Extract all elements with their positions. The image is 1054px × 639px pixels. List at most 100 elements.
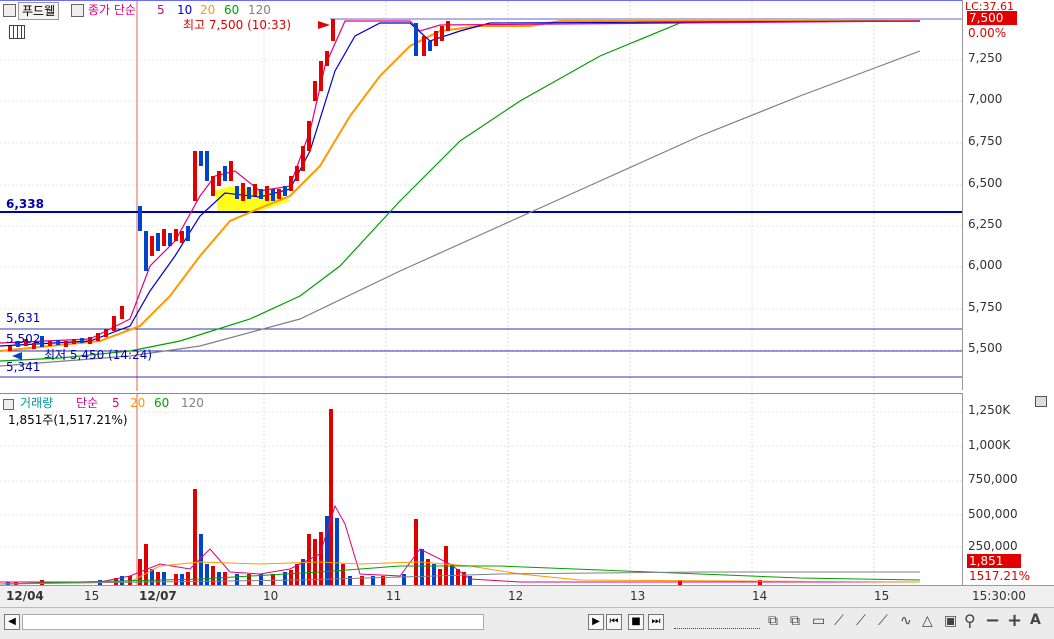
chart-toolbar: ◀ ▶ ⏮ ■ ⏭ ⧉ ⧉ ▭ ⟋ ⟋ ⟋ ∿ △ ▣ ⚲ − + A xyxy=(0,607,1054,639)
date-label: 14 xyxy=(752,589,768,603)
candlestick xyxy=(307,121,311,151)
volume-bar xyxy=(341,564,345,586)
candlestick xyxy=(289,176,293,191)
candlestick xyxy=(104,329,108,337)
date-label: 15 xyxy=(874,589,890,603)
current-price-badge: 7,500 xyxy=(967,11,1017,25)
zoom-slider[interactable] xyxy=(674,616,760,629)
low-arrow xyxy=(12,352,22,360)
volume-ma-series-label: 단순 xyxy=(76,396,99,410)
candlestick xyxy=(174,229,178,241)
volume-pane-menu-icon[interactable] xyxy=(3,399,14,410)
candlestick xyxy=(193,151,197,201)
price-chart-canvas[interactable] xyxy=(0,1,962,391)
volume-chart-pane[interactable]: 거래량 단순 5 20 60 120 1,851주(1,517.21%) xyxy=(0,393,962,586)
candlestick xyxy=(138,206,142,231)
candlestick xyxy=(446,21,450,31)
volume-bar xyxy=(335,518,339,586)
compare-icon[interactable]: ⧉ xyxy=(790,613,800,629)
chart-type-icon[interactable]: ▭ xyxy=(812,613,825,629)
grid-toggle-icon[interactable] xyxy=(9,25,25,39)
candlestick xyxy=(8,346,12,351)
horizontal-scrollbar[interactable] xyxy=(22,614,484,630)
volume-bar xyxy=(329,409,333,586)
volume-axis[interactable]: 1,250K 1,000K 750,000 500,000 250,000 1,… xyxy=(962,393,1054,585)
candlestick xyxy=(40,336,44,347)
volume-chart-canvas[interactable] xyxy=(0,394,962,586)
candlestick xyxy=(56,340,60,345)
price-tick: 6,250 xyxy=(968,217,1003,231)
candlestick xyxy=(199,151,203,166)
shape-tool-icon[interactable]: △ xyxy=(922,613,933,629)
volume-pct-label: 1517.21% xyxy=(969,569,1031,583)
volume-bar xyxy=(193,489,197,586)
candlestick xyxy=(223,166,227,181)
volume-bar xyxy=(217,572,221,586)
volume-info: 1,851주(1,517.21%) xyxy=(8,413,128,427)
candlestick xyxy=(150,236,154,256)
candlestick xyxy=(211,176,215,196)
price-tick: 5,750 xyxy=(968,300,1003,314)
candlestick xyxy=(283,186,287,196)
ma-series-label: 종가 단순 xyxy=(88,3,136,17)
ma-20-label: 20 xyxy=(200,3,216,17)
trend-tool-icon[interactable]: ⟋ xyxy=(856,613,866,629)
fib-tool-icon[interactable]: ⟋ xyxy=(878,613,888,629)
scroll-right-button[interactable]: ▶ xyxy=(588,614,604,630)
layout-icon[interactable]: ⧉ xyxy=(768,613,778,629)
volume-tick: 250,000 xyxy=(968,539,1018,553)
pane-menu-icon[interactable] xyxy=(3,4,16,17)
volume-title: 거래량 xyxy=(20,396,54,410)
ma-10-label: 10 xyxy=(177,3,193,17)
candlestick xyxy=(156,233,160,251)
date-label: 11 xyxy=(386,589,402,603)
volume-bar xyxy=(438,569,442,586)
price-axis[interactable]: LC:37.61 7,500 0.00% 7,250 7,000 6,750 6… xyxy=(962,0,1054,390)
image-tool-icon[interactable]: ▣ xyxy=(944,613,957,629)
candlestick xyxy=(422,36,426,56)
volume-bar xyxy=(432,564,436,586)
vol-ma-60-label: 60 xyxy=(154,396,170,410)
candlestick xyxy=(247,187,251,199)
volume-pane-close-icon[interactable] xyxy=(1035,396,1047,407)
auto-scale-icon[interactable]: A xyxy=(1030,612,1041,628)
volume-tick: 1,250K xyxy=(968,403,1011,417)
first-page-button[interactable]: ⏮ xyxy=(606,614,622,630)
line-label-5502: 5,502 xyxy=(6,332,41,346)
wave-tool-icon[interactable]: ∿ xyxy=(900,613,912,629)
line-tool-icon[interactable]: ⟋ xyxy=(834,613,844,629)
candlestick xyxy=(162,229,166,246)
zoom-in-icon[interactable]: + xyxy=(1007,610,1022,631)
candlestick xyxy=(64,341,68,347)
volume-bar xyxy=(211,566,215,586)
candlestick xyxy=(440,26,444,41)
volume-bar xyxy=(144,544,148,586)
candlestick xyxy=(120,306,124,319)
candlestick xyxy=(265,186,269,201)
line-label-5341: 5,341 xyxy=(6,360,41,374)
stock-name-label[interactable]: 푸드웰 xyxy=(18,2,60,20)
ma-120-label: 120 xyxy=(248,3,271,17)
candlestick xyxy=(112,316,116,331)
volume-bar xyxy=(162,572,166,586)
ma60-line xyxy=(0,20,920,362)
candlestick xyxy=(313,81,317,101)
vol-ma-20-label: 20 xyxy=(130,396,146,410)
stop-button[interactable]: ■ xyxy=(628,614,644,630)
stock-menu-icon[interactable] xyxy=(71,4,84,17)
ma20-line xyxy=(0,20,920,352)
candlestick xyxy=(235,186,239,199)
zoom-out-icon[interactable]: − xyxy=(985,610,1000,631)
vol-ma-5-label: 5 xyxy=(112,396,120,410)
volume-bar xyxy=(420,549,424,586)
scroll-left-button[interactable]: ◀ xyxy=(4,614,20,630)
price-chart-pane[interactable]: 푸드웰 종가 단순 5 10 20 60 120 최고 7,500 (10:33… xyxy=(0,0,962,391)
candlestick xyxy=(259,189,263,199)
candlestick xyxy=(241,183,245,201)
volume-bar xyxy=(319,532,323,586)
date-axis[interactable]: 12/04 15 12/07 10 11 12 13 14 15 15:30:0… xyxy=(0,585,1054,607)
price-tick: 5,500 xyxy=(968,341,1003,355)
candlestick xyxy=(186,226,190,241)
last-page-button[interactable]: ⏭ xyxy=(648,614,664,630)
search-icon[interactable]: ⚲ xyxy=(964,611,976,630)
